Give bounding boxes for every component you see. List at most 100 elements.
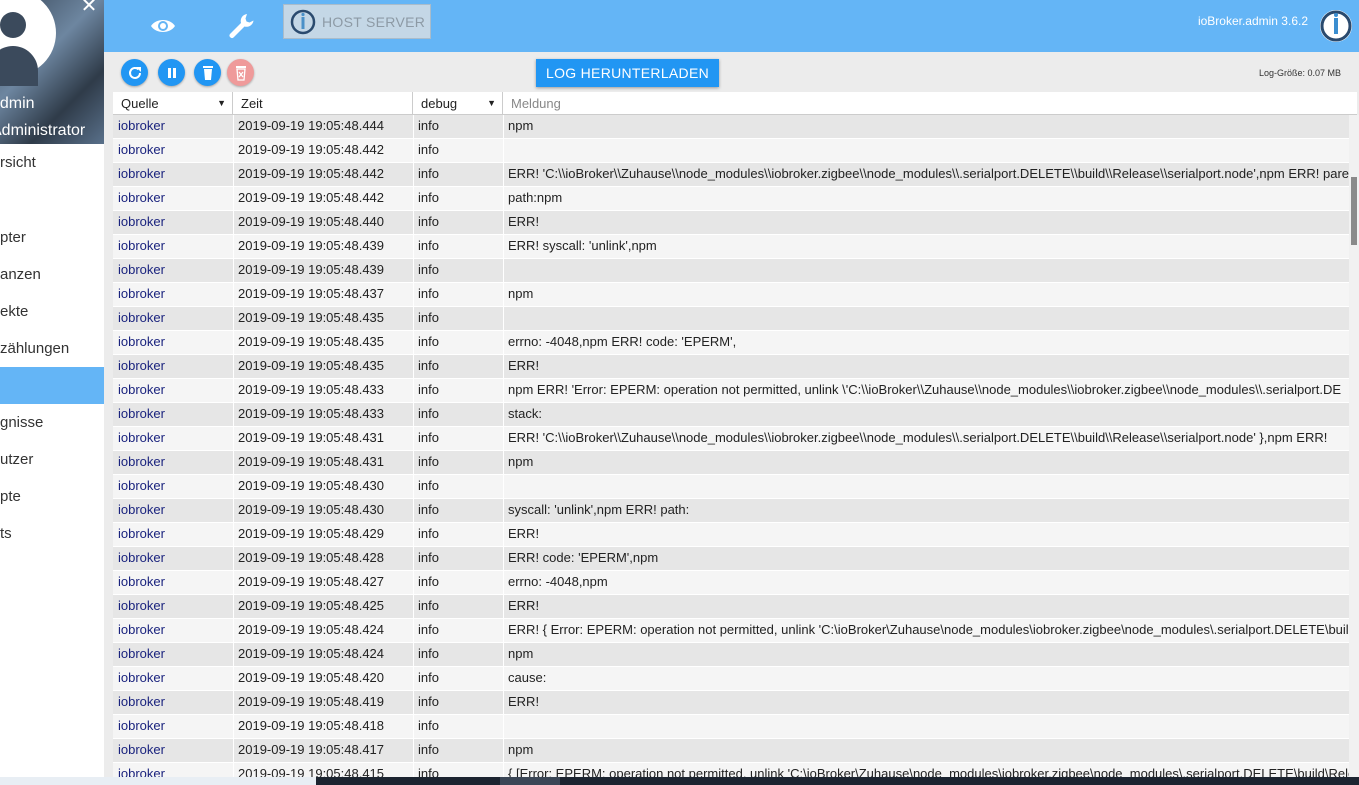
time-cell: 2019-09-19 19:05:48.439 — [238, 238, 385, 253]
eye-icon[interactable] — [145, 8, 181, 44]
time-filter-input[interactable]: Zeit — [233, 92, 413, 115]
time-cell: 2019-09-19 19:05:48.425 — [238, 598, 385, 613]
sidebar-item-10[interactable]: pte — [0, 478, 104, 515]
user-role: Administrator — [0, 122, 86, 139]
refresh-icon — [128, 66, 141, 79]
source-cell: iobroker — [118, 718, 165, 733]
chevron-down-icon: ▼ — [487, 98, 496, 108]
table-row: iobroker 2019-09-19 19:05:48.435 info — [113, 307, 1349, 331]
table-row: iobroker 2019-09-19 19:05:48.431 info ERR! … — [113, 427, 1349, 451]
message-cell: ERR! — [508, 598, 540, 613]
table-row: iobroker 2019-09-19 19:05:48.433 info npm E… — [113, 379, 1349, 403]
table-row: iobroker 2019-09-19 19:05:48.437 info npm — [113, 283, 1349, 307]
sidebar-item-3[interactable]: pter — [0, 219, 104, 256]
wrench-icon[interactable] — [223, 8, 259, 44]
time-cell: 2019-09-19 19:05:48.424 — [238, 646, 385, 661]
sidebar-item-6[interactable]: zählungen — [0, 330, 104, 367]
time-cell: 2019-09-19 19:05:48.435 — [238, 310, 385, 325]
severity-cell: info — [418, 262, 439, 277]
close-icon[interactable]: ✕ — [79, 0, 99, 16]
severity-cell: info — [418, 622, 439, 637]
message-cell — [503, 475, 1349, 499]
sidebar-item-7[interactable] — [0, 367, 104, 404]
sidebar-item-5[interactable]: ekte — [0, 293, 104, 330]
time-cell: 2019-09-19 19:05:48.442 — [238, 190, 385, 205]
refresh-button[interactable] — [121, 59, 148, 86]
taskbar-strip — [0, 777, 1359, 785]
message-cell — [503, 259, 1349, 283]
source-cell: iobroker — [118, 550, 165, 565]
download-log-button[interactable]: LOG HERUNTERLADEN — [536, 59, 719, 87]
scrollbar-thumb[interactable] — [1351, 177, 1357, 245]
table-row: iobroker 2019-09-19 19:05:48.419 info ERR! — [113, 691, 1349, 715]
sidebar-item-2[interactable] — [0, 181, 104, 218]
severity-cell: info — [418, 646, 439, 661]
source-cell: iobroker — [118, 118, 165, 133]
delete-icon — [235, 65, 246, 81]
sidebar-item-8[interactable]: gnisse — [0, 404, 104, 441]
source-cell: iobroker — [118, 742, 165, 757]
table-row: iobroker 2019-09-19 19:05:48.415 info { [Er… — [113, 763, 1349, 777]
delete-log-button[interactable] — [227, 59, 254, 86]
time-cell: 2019-09-19 19:05:48.424 — [238, 622, 385, 637]
severity-filter[interactable]: debug ▼ — [413, 92, 503, 115]
table-row: iobroker 2019-09-19 19:05:48.439 info ERR! … — [113, 235, 1349, 259]
column-divider — [413, 115, 414, 777]
message-cell: npm — [508, 454, 534, 469]
sidebar-item-1[interactable]: rsicht — [0, 144, 104, 181]
sidebar-item-label: zählungen — [0, 340, 70, 357]
message-cell: { [Error: EPERM: operation not permitted… — [508, 766, 1349, 777]
severity-column-label: debug — [421, 96, 458, 111]
time-cell: 2019-09-19 19:05:48.431 — [238, 430, 385, 445]
pause-icon — [167, 67, 176, 78]
sidebar-header: ✕ admin Administrator — [0, 0, 104, 144]
table-row: iobroker 2019-09-19 19:05:48.433 info stack… — [113, 403, 1349, 427]
log-scrollbar[interactable] — [1349, 115, 1359, 777]
source-filter[interactable]: Quelle ▼ — [113, 92, 233, 115]
source-cell: iobroker — [118, 406, 165, 421]
time-cell: 2019-09-19 19:05:48.442 — [238, 166, 385, 181]
severity-cell: info — [418, 766, 439, 777]
sidebar-item-4[interactable]: anzen — [0, 256, 104, 293]
source-cell: iobroker — [118, 478, 165, 493]
message-cell — [503, 139, 1349, 163]
severity-cell: info — [418, 310, 439, 325]
source-cell: iobroker — [118, 142, 165, 157]
clear-log-button[interactable] — [194, 59, 221, 86]
table-row: iobroker 2019-09-19 19:05:48.427 info errno… — [113, 571, 1349, 595]
time-cell: 2019-09-19 19:05:48.428 — [238, 550, 385, 565]
sidebar-item-label: ts — [0, 525, 12, 542]
source-cell: iobroker — [118, 238, 165, 253]
pause-button[interactable] — [158, 59, 185, 86]
severity-cell: info — [418, 478, 439, 493]
sidebar-item-9[interactable]: utzer — [0, 441, 104, 478]
sidebar: ✕ admin Administrator rsicht pter anzen ekt… — [0, 0, 104, 785]
message-filter-input[interactable]: Meldung — [503, 92, 1357, 115]
table-row: iobroker 2019-09-19 19:05:48.440 info ERR! — [113, 211, 1349, 235]
sidebar-item-11[interactable]: ts — [0, 515, 104, 552]
time-cell: 2019-09-19 19:05:48.419 — [238, 694, 385, 709]
table-row: iobroker 2019-09-19 19:05:48.435 info ERR! — [113, 355, 1349, 379]
source-cell: iobroker — [118, 166, 165, 181]
severity-cell: info — [418, 718, 439, 733]
column-divider — [233, 115, 234, 777]
source-column-label: Quelle — [121, 96, 159, 111]
source-cell: iobroker — [118, 262, 165, 277]
sidebar-item-label: gnisse — [0, 414, 44, 431]
message-cell: syscall: 'unlink',npm ERR! path: — [508, 502, 690, 517]
severity-cell: info — [418, 574, 439, 589]
host-server-button[interactable]: HOST SERVER — [283, 4, 431, 39]
severity-cell: info — [418, 454, 439, 469]
time-cell: 2019-09-19 19:05:48.427 — [238, 574, 385, 589]
message-cell: errno: -4048,npm — [508, 574, 608, 589]
table-row: iobroker 2019-09-19 19:05:48.417 info npm — [113, 739, 1349, 763]
severity-cell: info — [418, 382, 439, 397]
message-column-label: Meldung — [511, 96, 561, 111]
host-server-label: HOST SERVER — [322, 13, 426, 30]
source-cell: iobroker — [118, 286, 165, 301]
time-cell: 2019-09-19 19:05:48.430 — [238, 502, 385, 517]
source-cell: iobroker — [118, 190, 165, 205]
message-cell: stack: — [508, 406, 542, 421]
trash-icon — [202, 65, 213, 80]
message-cell: ERR! — [508, 358, 540, 373]
